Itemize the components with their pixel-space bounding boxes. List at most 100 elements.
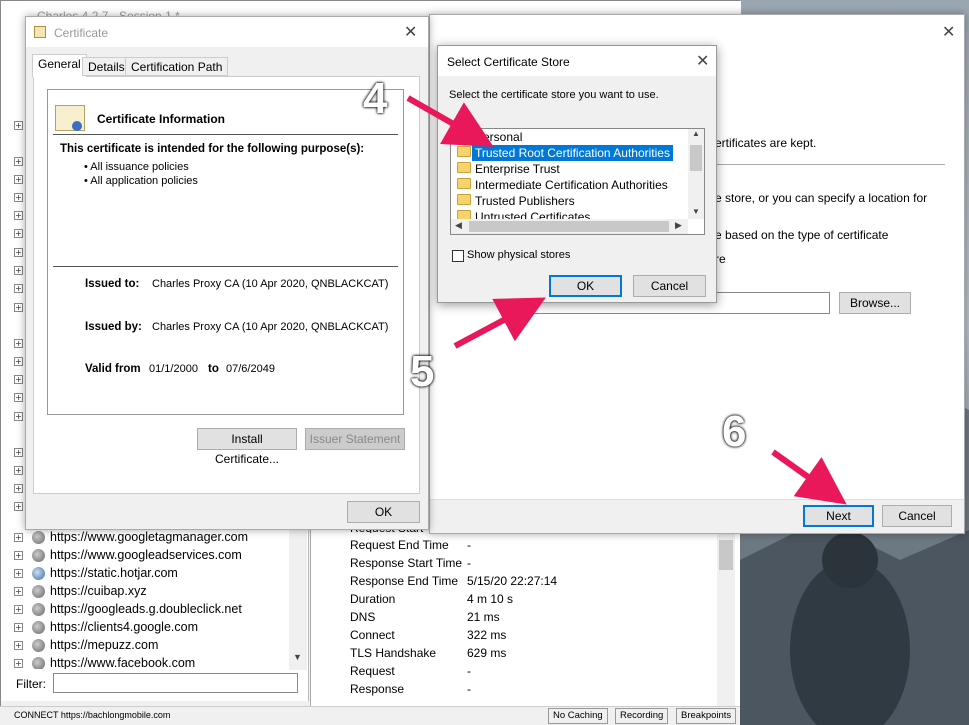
install-certificate-button[interactable]: Install Certificate... (197, 428, 297, 466)
store-item-untrusted[interactable]: Untrusted Certificates (472, 209, 593, 219)
expand-icon[interactable]: + (14, 623, 23, 632)
tab-general[interactable]: General (32, 54, 87, 77)
host-list-scrollbar[interactable]: ▼ (289, 520, 307, 670)
host-row[interactable]: + https://clients4.google.com (14, 619, 294, 637)
store-title: Select Certificate Store (447, 55, 570, 69)
detail-label: Response Start Time (350, 556, 463, 570)
ok-button[interactable]: OK (347, 501, 420, 523)
seal-icon (72, 121, 82, 131)
tab-certification-path[interactable]: Certification Path (125, 57, 229, 76)
expand-icon[interactable]: + (14, 393, 23, 402)
folder-icon (457, 162, 471, 173)
globe-icon (32, 603, 45, 616)
host-row[interactable]: + https://googleads.g.doubleclick.net (14, 601, 294, 619)
ok-button[interactable]: OK (549, 275, 622, 297)
host-row[interactable]: + https://www.googletagmanager.com (14, 529, 294, 547)
globe-icon (32, 639, 45, 652)
expand-icon[interactable]: + (14, 211, 23, 220)
store-item-personal[interactable]: Personal (472, 129, 525, 145)
scroll-left-icon[interactable]: ◀ (455, 220, 462, 231)
scroll-down-icon[interactable]: ▼ (293, 652, 302, 662)
issued-by-value: Charles Proxy CA (10 Apr 2020, QNBLACKCA… (152, 321, 389, 333)
host-row[interactable]: + https://www.googleadservices.com (14, 547, 294, 565)
expand-icon[interactable]: + (14, 193, 23, 202)
close-icon[interactable]: ✕ (404, 22, 417, 42)
folder-icon (457, 178, 471, 189)
tab-details[interactable]: Details (82, 57, 131, 76)
close-icon[interactable]: ✕ (696, 51, 709, 71)
host-row[interactable]: + https://www.facebook.com (14, 655, 294, 669)
scroll-up-icon[interactable]: ▲ (692, 129, 700, 138)
wizard-divider (717, 164, 945, 165)
close-icon[interactable]: ✕ (942, 22, 955, 42)
detail-label: Duration (350, 592, 396, 606)
valid-to-value: 07/6/2049 (226, 363, 275, 375)
breakpoints-button[interactable]: Breakpoints (676, 708, 737, 724)
host-row[interactable]: + https://static.hotjar.com (14, 565, 294, 583)
expand-icon[interactable]: + (14, 412, 23, 421)
scroll-thumb[interactable] (690, 145, 702, 171)
step-number-4: 4 (363, 74, 388, 123)
expand-icon[interactable]: + (14, 466, 23, 475)
show-physical-checkbox[interactable] (452, 250, 464, 262)
expand-icon[interactable]: + (14, 303, 23, 312)
store-item-trusted-publishers[interactable]: Trusted Publishers (472, 193, 578, 209)
expand-icon[interactable]: + (14, 229, 23, 238)
expand-icon[interactable]: + (14, 533, 23, 542)
purpose-item: • All application policies (84, 175, 198, 187)
globe-icon (32, 549, 45, 562)
certificate-badge-icon (55, 105, 85, 131)
detail-label: Request End Time (350, 538, 449, 552)
cancel-button[interactable]: Cancel (882, 505, 952, 527)
store-hscroll[interactable]: ◀ ▶ (451, 219, 688, 234)
store-item-intermediate[interactable]: Intermediate Certification Authorities (472, 177, 671, 193)
scroll-right-icon[interactable]: ▶ (675, 220, 682, 231)
expand-icon[interactable]: + (14, 121, 23, 130)
host-row[interactable]: + https://mepuzz.com (14, 637, 294, 655)
detail-scrollbar[interactable] (717, 532, 735, 706)
host-row[interactable]: + https://cuibap.xyz (14, 583, 294, 601)
scroll-down-icon[interactable]: ▼ (692, 207, 700, 216)
certificate-info-heading: Certificate Information (97, 112, 226, 126)
valid-to-label: to (208, 363, 219, 375)
host-label: https://cuibap.xyz (50, 584, 147, 598)
expand-icon[interactable]: + (14, 284, 23, 293)
expand-icon[interactable]: + (14, 357, 23, 366)
expand-icon[interactable]: + (14, 157, 23, 166)
expand-icon[interactable]: + (14, 605, 23, 614)
expand-icon[interactable]: + (14, 248, 23, 257)
expand-icon[interactable]: + (14, 448, 23, 457)
host-label: https://googleads.g.doubleclick.net (50, 602, 242, 616)
scroll-thumb[interactable] (469, 221, 669, 232)
no-caching-button[interactable]: No Caching (548, 708, 608, 724)
expand-icon[interactable]: + (14, 375, 23, 384)
filter-input[interactable] (53, 673, 298, 693)
expand-icon[interactable]: + (14, 641, 23, 650)
expand-icon[interactable]: + (14, 587, 23, 596)
cancel-button[interactable]: Cancel (633, 275, 706, 297)
store-vscroll[interactable]: ▲ ▼ (688, 129, 704, 219)
expand-icon[interactable]: + (14, 569, 23, 578)
browse-button[interactable]: Browse... (839, 292, 911, 314)
next-button[interactable]: Next (803, 505, 874, 527)
certificate-icon (34, 26, 46, 38)
scroll-thumb[interactable] (719, 540, 733, 570)
expand-icon[interactable]: + (14, 502, 23, 511)
store-item-trusted-root[interactable]: Trusted Root Certification Authorities (472, 145, 673, 161)
recording-button[interactable]: Recording (615, 708, 669, 724)
expand-icon[interactable]: + (14, 484, 23, 493)
detail-label: Response End Time (350, 574, 459, 588)
expand-icon[interactable]: + (14, 659, 23, 668)
expand-icon[interactable]: + (14, 266, 23, 275)
expand-icon[interactable]: + (14, 175, 23, 184)
expand-icon[interactable]: + (14, 551, 23, 560)
store-item-enterprise-trust[interactable]: Enterprise Trust (472, 161, 563, 177)
divider (53, 266, 398, 267)
store-tree[interactable]: Personal Trusted Root Certification Auth… (450, 128, 705, 235)
detail-value: - (467, 664, 471, 678)
globe-icon (32, 621, 45, 634)
globe-icon (32, 531, 45, 544)
host-label: https://mepuzz.com (50, 638, 159, 652)
detail-value: - (467, 538, 471, 552)
expand-icon[interactable]: + (14, 339, 23, 348)
